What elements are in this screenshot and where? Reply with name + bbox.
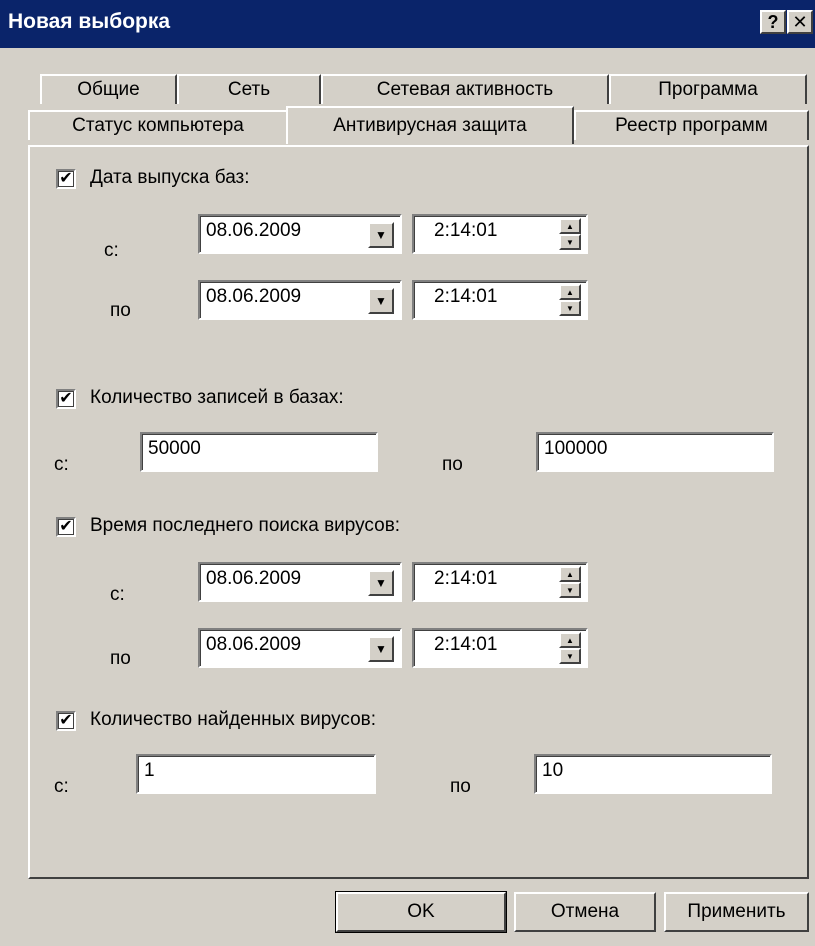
cancel-button[interactable]: Отмена [514, 892, 656, 932]
db-date-from-time-value: 2:14:01 [434, 220, 498, 241]
last-scan-to-label: по [110, 648, 131, 669]
last-scan-label: Время последнего поиска вирусов: [90, 515, 401, 536]
last-scan-from-spin-up[interactable]: ▲ [559, 566, 581, 582]
spin-up-icon: ▲ [566, 287, 574, 297]
db-date-from-time-field[interactable]: 2:14:01 ▲ ▼ [412, 214, 588, 254]
db-date-from-label: с: [104, 240, 119, 261]
db-date-to-spin-down[interactable]: ▼ [559, 300, 581, 316]
last-scan-to-date-picker[interactable]: 08.06.2009 ▼ [198, 628, 402, 668]
db-records-from-input[interactable]: 50000 [140, 432, 378, 472]
spin-up-icon: ▲ [566, 635, 574, 645]
viruses-found-to-input[interactable]: 10 [534, 754, 772, 794]
db-date-from-spin-down[interactable]: ▼ [559, 234, 581, 250]
last-scan-to-dropdown-button[interactable]: ▼ [368, 636, 394, 662]
last-scan-checkbox[interactable]: ✔ [56, 517, 76, 537]
last-scan-to-spin-down[interactable]: ▼ [559, 648, 581, 664]
ok-button[interactable]: OK [335, 891, 507, 933]
spin-down-icon: ▼ [566, 303, 574, 313]
chevron-down-icon: ▼ [375, 642, 387, 656]
spin-down-icon: ▼ [566, 237, 574, 247]
apply-button[interactable]: Применить [664, 892, 809, 932]
title-bar: Новая выборка ? ✕ [0, 0, 815, 48]
db-date-from-spin-up[interactable]: ▲ [559, 218, 581, 234]
viruses-found-from-label: с: [54, 776, 69, 797]
db-date-label: Дата выпуска баз: [90, 167, 250, 188]
last-scan-from-label: с: [110, 584, 125, 605]
last-scan-from-spin-down[interactable]: ▼ [559, 582, 581, 598]
tab-antivirus-protection[interactable]: Антивирусная защита [286, 106, 574, 144]
db-records-to-label: по [442, 454, 463, 475]
db-records-label: Количество записей в базах: [90, 387, 344, 408]
last-scan-from-date-picker[interactable]: 08.06.2009 ▼ [198, 562, 402, 602]
tab-computer-status[interactable]: Статус компьютера [28, 110, 288, 140]
viruses-found-to-label: по [450, 776, 471, 797]
tab-network[interactable]: Сеть [177, 74, 321, 104]
tab-network-activity[interactable]: Сетевая активность [321, 74, 609, 104]
help-button[interactable]: ? [760, 10, 786, 34]
last-scan-from-dropdown-button[interactable]: ▼ [368, 570, 394, 596]
chevron-down-icon: ▼ [375, 294, 387, 308]
spin-up-icon: ▲ [566, 221, 574, 231]
last-scan-from-time-value: 2:14:01 [434, 568, 498, 589]
viruses-found-label: Количество найденных вирусов: [90, 709, 377, 730]
db-records-from-label: с: [54, 454, 69, 475]
spin-up-icon: ▲ [566, 569, 574, 579]
last-scan-to-spin-up[interactable]: ▲ [559, 632, 581, 648]
db-date-from-dropdown-button[interactable]: ▼ [368, 222, 394, 248]
db-date-to-time-value: 2:14:01 [434, 286, 498, 307]
tab-program-registry[interactable]: Реестр программ [574, 110, 809, 140]
chevron-down-icon: ▼ [375, 576, 387, 590]
spin-down-icon: ▼ [566, 651, 574, 661]
viruses-found-from-input[interactable]: 1 [136, 754, 376, 794]
window-title: Новая выборка [8, 10, 171, 33]
last-scan-to-time-value: 2:14:01 [434, 634, 498, 655]
db-date-to-time-field[interactable]: 2:14:01 ▲ ▼ [412, 280, 588, 320]
db-date-from-date-value: 08.06.2009 [206, 220, 302, 241]
tab-general[interactable]: Общие [40, 74, 177, 104]
db-date-to-date-value: 08.06.2009 [206, 286, 302, 307]
last-scan-to-date-value: 08.06.2009 [206, 634, 302, 655]
db-date-to-spin-up[interactable]: ▲ [559, 284, 581, 300]
db-records-checkbox[interactable]: ✔ [56, 389, 76, 409]
db-date-from-date-picker[interactable]: 08.06.2009 ▼ [198, 214, 402, 254]
chevron-down-icon: ▼ [375, 228, 387, 242]
viruses-found-checkbox[interactable]: ✔ [56, 711, 76, 731]
db-date-to-date-picker[interactable]: 08.06.2009 ▼ [198, 280, 402, 320]
db-date-to-label: по [110, 300, 131, 321]
last-scan-from-date-value: 08.06.2009 [206, 568, 302, 589]
spin-down-icon: ▼ [566, 585, 574, 595]
last-scan-from-time-field[interactable]: 2:14:01 ▲ ▼ [412, 562, 588, 602]
db-records-to-input[interactable]: 100000 [536, 432, 774, 472]
db-date-checkbox[interactable]: ✔ [56, 169, 76, 189]
tab-program[interactable]: Программа [609, 74, 807, 104]
last-scan-to-time-field[interactable]: 2:14:01 ▲ ▼ [412, 628, 588, 668]
close-button[interactable]: ✕ [787, 10, 813, 34]
db-date-to-dropdown-button[interactable]: ▼ [368, 288, 394, 314]
